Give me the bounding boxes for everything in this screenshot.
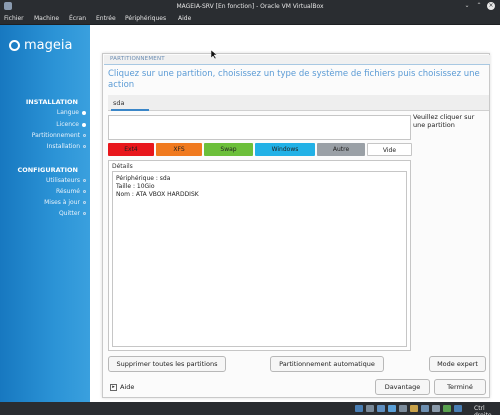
menu-machine[interactable]: Machine — [34, 15, 59, 22]
menu-peripheriques[interactable]: Périphériques — [125, 15, 166, 22]
maximize-icon[interactable]: ⌃ — [475, 2, 483, 10]
partitioning-panel: PARTITIONNEMENT Cliquez sur une partitio… — [102, 53, 490, 398]
menu-ecran[interactable]: Écran — [69, 15, 86, 22]
step-utilisateurs: Utilisateurs — [46, 177, 86, 184]
step-label: Installation — [46, 143, 80, 150]
menu-entree[interactable]: Entrée — [96, 15, 116, 22]
section-configuration: CONFIGURATION — [17, 166, 78, 174]
help-label: Aide — [120, 383, 135, 391]
step-label: Mises à jour — [44, 199, 80, 206]
step-label: Quitter — [58, 210, 80, 217]
tab-sda[interactable]: sda — [113, 99, 125, 107]
step-installation: Installation — [47, 143, 86, 150]
more-button[interactable]: Davantage — [375, 379, 430, 395]
auto-partition-button[interactable]: Partitionnement automatique — [270, 356, 384, 372]
help-expand-icon: ▸ — [110, 383, 117, 391]
step-pending-icon — [83, 190, 86, 193]
step-licence: Licence — [56, 121, 86, 128]
step-resume: Résumé — [56, 188, 86, 195]
tab-active-indicator — [111, 109, 149, 111]
window-titlebar: MAGEIA-SRV [En fonction] - Oracle VM Vir… — [0, 0, 500, 12]
step-pending-icon — [83, 201, 86, 204]
step-done-icon — [82, 122, 86, 127]
network-icon[interactable] — [388, 405, 396, 412]
step-label: Résumé — [55, 188, 80, 195]
help-link[interactable]: ▸ Aide — [110, 383, 134, 391]
step-current-icon — [83, 134, 86, 137]
hard-disk-icon[interactable] — [355, 405, 363, 412]
video-capture-icon[interactable] — [432, 405, 440, 412]
usb-icon[interactable] — [399, 405, 407, 412]
details-name: Nom : ATA VBOX HARDDISK — [116, 191, 199, 198]
step-label: Utilisateurs — [46, 177, 80, 184]
step-label: Partitionnement — [31, 132, 80, 139]
close-icon[interactable]: × — [487, 2, 495, 10]
details-box: Périphérique : sda Taille : 10Gio Nom : … — [112, 171, 407, 347]
fs-vide-button[interactable]: Vide — [367, 143, 412, 156]
partition-map[interactable] — [108, 115, 411, 140]
shared-folders-icon[interactable] — [410, 405, 418, 412]
details-title: Détails — [112, 163, 133, 170]
fs-swap-button[interactable]: Swap — [204, 143, 253, 156]
done-button[interactable]: Terminé — [434, 379, 486, 395]
menubar: Fichier Machine Écran Entrée Périphériqu… — [0, 12, 500, 25]
window-title: MAGEIA-SRV [En fonction] - Oracle VM Vir… — [176, 3, 324, 10]
details-size: Taille : 10Gio — [116, 183, 155, 190]
mageia-logo-text: mageia — [24, 38, 73, 53]
disk-tabbar: sda — [108, 95, 489, 111]
step-pending-icon — [83, 179, 86, 182]
menu-aide[interactable]: Aide — [178, 15, 191, 22]
fs-autre-button[interactable]: Autre — [317, 143, 365, 156]
host-key-label: Ctrl droite — [474, 405, 492, 415]
step-partitionnement: Partitionnement — [32, 132, 86, 139]
audio-icon[interactable] — [377, 405, 385, 412]
cpu-icon[interactable] — [443, 405, 451, 412]
instruction-text: Cliquez sur une partition, choisissez un… — [108, 69, 480, 90]
step-done-icon — [82, 110, 86, 115]
step-langue: Langue — [57, 109, 86, 116]
panel-header-title: PARTITIONNEMENT — [110, 56, 165, 62]
step-pending-icon — [83, 145, 86, 148]
fs-ext4-button[interactable]: Ext4 — [108, 143, 154, 156]
fs-windows-button[interactable]: Windows — [255, 143, 315, 156]
header-divider — [104, 64, 490, 65]
step-label: Langue — [56, 109, 79, 116]
panel-header: PARTITIONNEMENT — [104, 55, 490, 64]
step-label: Licence — [56, 121, 79, 128]
step-mises-a-jour: Mises à jour — [44, 199, 86, 206]
delete-all-partitions-button[interactable]: Supprimer toutes les partitions — [108, 356, 226, 372]
step-pending-icon — [83, 212, 86, 215]
installer-sidebar: mageia INSTALLATION Langue Licence Parti… — [0, 25, 90, 402]
vm-statusbar: Ctrl droite — [0, 402, 500, 415]
section-installation: INSTALLATION — [25, 98, 78, 106]
fs-xfs-button[interactable]: XFS — [156, 143, 202, 156]
optical-drive-icon[interactable] — [366, 405, 374, 412]
expert-mode-button[interactable]: Mode expert — [429, 356, 486, 372]
guest-screen: mageia INSTALLATION Langue Licence Parti… — [0, 25, 500, 402]
details-group: Détails Périphérique : sda Taille : 10Gi… — [108, 160, 411, 351]
mageia-logo-icon — [9, 40, 20, 51]
mouse-integration-icon[interactable] — [454, 405, 462, 412]
minimize-icon[interactable]: ⌄ — [463, 2, 471, 10]
details-device: Périphérique : sda — [116, 175, 171, 182]
menu-fichier[interactable]: Fichier — [4, 15, 24, 22]
mouse-cursor-icon — [211, 50, 218, 59]
partition-hint: Veuillez cliquer sur une partition — [413, 113, 475, 129]
display-icon[interactable] — [421, 405, 429, 412]
step-quitter: Quitter — [59, 210, 86, 217]
